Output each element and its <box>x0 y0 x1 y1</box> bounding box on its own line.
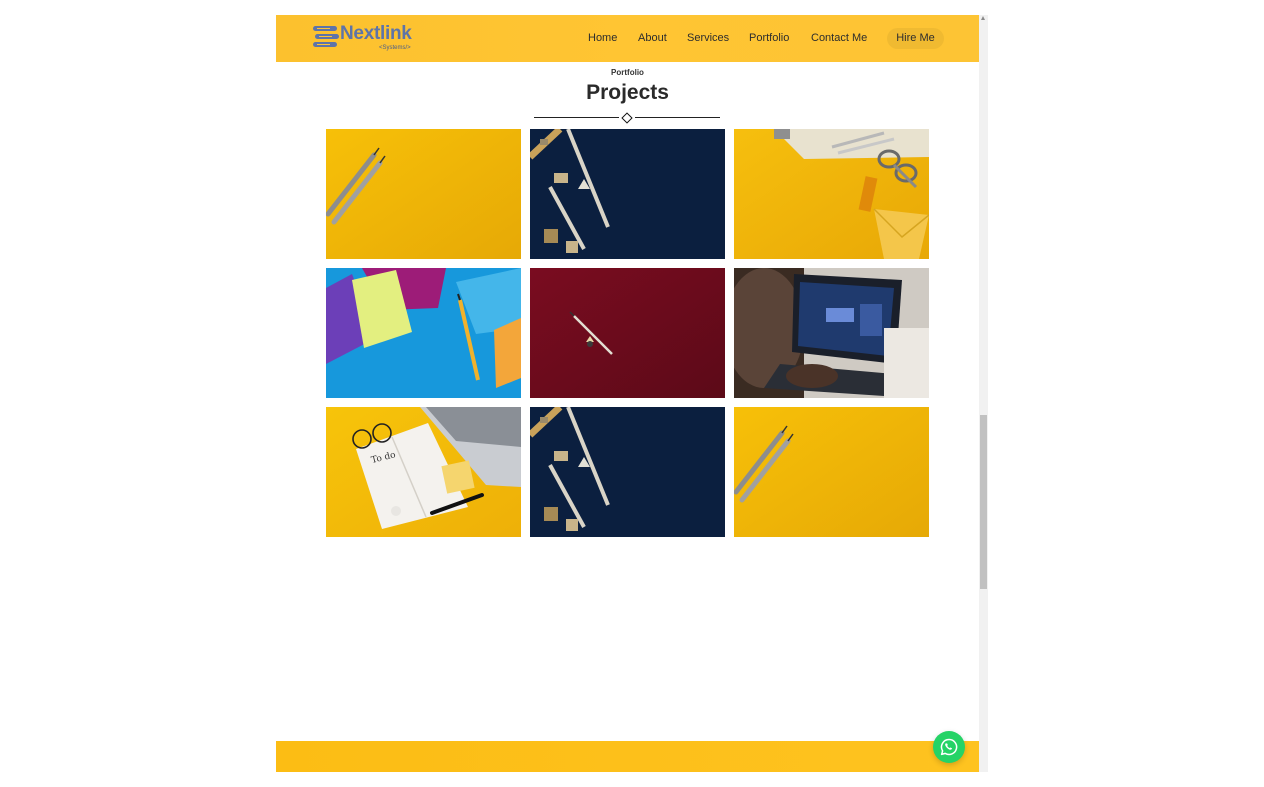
portfolio-item[interactable] <box>734 129 929 259</box>
nav-item-services[interactable]: Services <box>687 32 729 44</box>
title-divider <box>534 112 722 124</box>
portfolio-item[interactable] <box>530 407 725 537</box>
section-eyebrow: Portfolio <box>611 68 644 77</box>
site-header: Nextlink <Systems/> Home About Services … <box>276 15 979 62</box>
whatsapp-icon <box>940 738 958 756</box>
whatsapp-chat-button[interactable] <box>933 731 965 763</box>
main-nav: Home About Services Portfolio Contact Me <box>276 32 979 46</box>
notebook-laptop-image: To do <box>326 407 521 537</box>
portfolio-item[interactable] <box>530 129 725 259</box>
pencils-image <box>734 407 929 537</box>
scissors-envelope-image <box>734 129 929 259</box>
stationery-navy-image <box>530 407 725 537</box>
nav-item-about[interactable]: About <box>638 32 667 44</box>
nav-item-home[interactable]: Home <box>588 32 617 44</box>
portfolio-grid: To do <box>326 129 929 538</box>
portfolio-item[interactable] <box>530 268 725 398</box>
stationery-navy-image <box>530 129 725 259</box>
footer-band <box>276 741 979 772</box>
envelopes-blue-image <box>326 268 521 398</box>
portfolio-item[interactable] <box>734 407 929 537</box>
page-scrollbar[interactable] <box>979 15 988 772</box>
portfolio-item[interactable] <box>326 268 521 398</box>
page-viewport: Nextlink <Systems/> Home About Services … <box>276 15 979 772</box>
pencil-maroon-image <box>530 268 725 398</box>
nav-item-portfolio[interactable]: Portfolio <box>749 32 789 44</box>
pencils-image <box>326 129 521 259</box>
section-title: Projects <box>586 81 669 104</box>
laptop-design-image <box>734 268 929 398</box>
portfolio-item[interactable] <box>734 268 929 398</box>
scrollbar-thumb[interactable] <box>980 415 987 589</box>
hire-me-button[interactable]: Hire Me <box>887 28 944 49</box>
diamond-icon <box>621 112 633 124</box>
portfolio-item[interactable]: To do <box>326 407 521 537</box>
scroll-up-arrow-icon[interactable] <box>981 16 985 20</box>
nav-item-contact[interactable]: Contact Me <box>811 32 867 44</box>
portfolio-item[interactable] <box>326 129 521 259</box>
